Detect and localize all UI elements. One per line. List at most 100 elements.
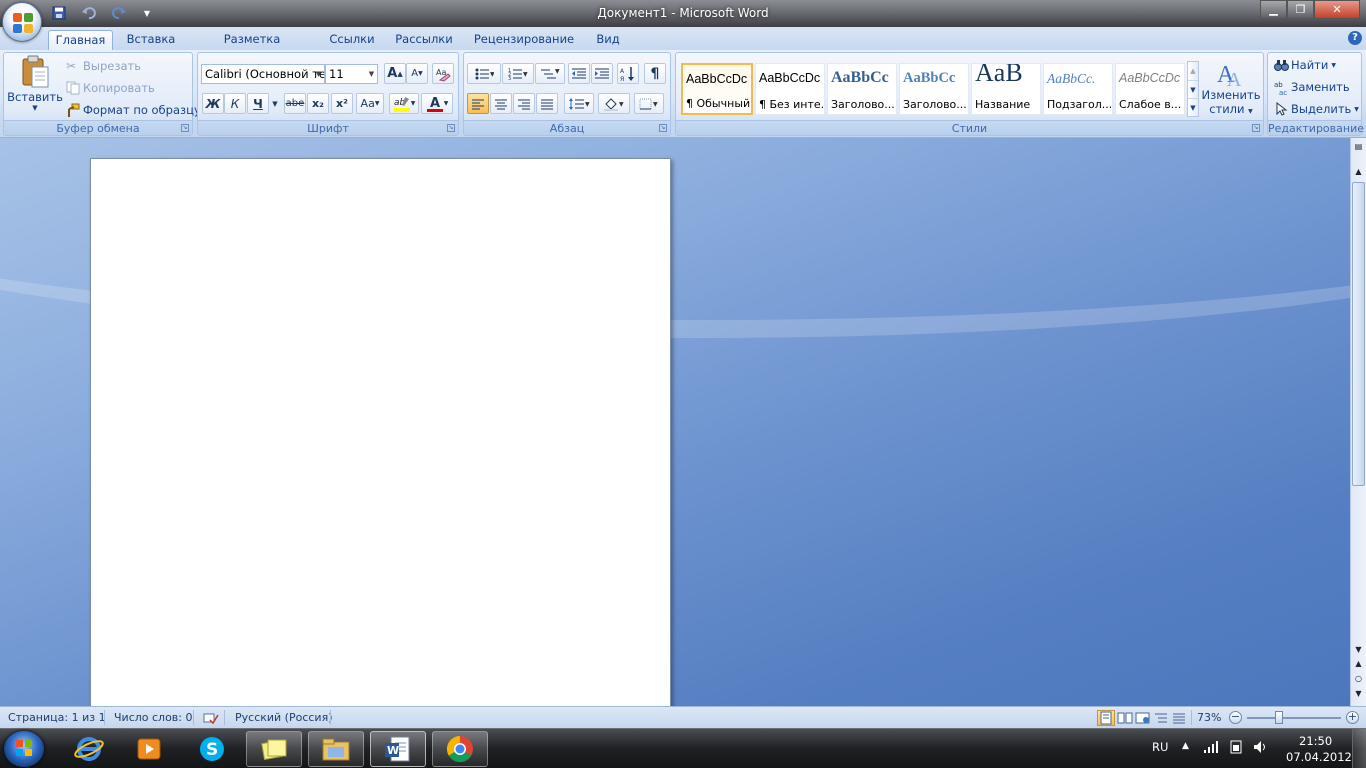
align-right-button[interactable] <box>513 93 535 114</box>
align-left-button[interactable] <box>467 93 489 114</box>
grow-font-button[interactable]: A ▲ <box>384 63 406 84</box>
clipboard-launcher-icon[interactable]: ↘ <box>181 124 189 132</box>
increase-indent-button[interactable] <box>591 63 613 84</box>
scroll-up-icon[interactable]: ▲ <box>1353 166 1364 177</box>
zoom-slider-track[interactable] <box>1247 717 1341 719</box>
minimize-button[interactable]: ▁ <box>1260 0 1287 19</box>
style-subtitle[interactable]: AaBbCc. Подзагол... <box>1043 63 1113 115</box>
shading-button[interactable]: ▼ <box>598 93 630 114</box>
zoom-out-button[interactable]: − <box>1229 711 1242 724</box>
style-subtle-emphasis[interactable]: AaBbCcDc Слабое в... <box>1115 63 1185 115</box>
close-button[interactable]: ✕ <box>1314 0 1360 19</box>
document-page[interactable] <box>90 158 671 706</box>
replace-button[interactable]: ab ac Заменить <box>1274 80 1350 97</box>
maximize-button[interactable]: ❐ <box>1287 0 1314 19</box>
align-center-button[interactable] <box>490 93 512 114</box>
style-heading-1[interactable]: AaBbCc Заголово... <box>827 63 897 115</box>
tab-insert[interactable]: Вставка <box>122 30 180 50</box>
shrink-font-button[interactable]: A ▼ <box>406 63 428 84</box>
help-icon[interactable]: ? <box>1348 31 1362 45</box>
cut-button[interactable]: ✂ Вырезать <box>66 59 141 73</box>
language-status[interactable]: Русский (Россия) <box>235 711 333 724</box>
decrease-indent-button[interactable] <box>568 63 590 84</box>
show-marks-button[interactable]: ¶ <box>644 63 666 84</box>
font-color-button[interactable]: A ▼ <box>421 93 453 114</box>
numbering-button[interactable]: 1 2 3 ▼ <box>502 63 534 84</box>
media-player-taskbar-icon[interactable] <box>121 731 177 767</box>
show-desktop-button[interactable] <box>1352 729 1366 768</box>
tab-home[interactable]: Главная <box>48 30 113 50</box>
chrome-taskbar-icon[interactable] <box>432 731 488 767</box>
word-count-status[interactable]: Число слов: 0 <box>114 711 193 724</box>
gallery-up-icon[interactable]: ▲ <box>1188 62 1198 80</box>
skype-taskbar-icon[interactable]: S <box>184 731 240 767</box>
copy-button[interactable]: Копировать <box>66 81 155 95</box>
scrollbar-thumb[interactable] <box>1352 182 1365 486</box>
zoom-level[interactable]: 73% <box>1197 711 1221 724</box>
vertical-scrollbar[interactable]: ▤ ▲ ▼ ▲ ○ ▼ <box>1350 138 1366 706</box>
tab-mailings[interactable]: Рассылки <box>392 30 456 50</box>
network-signal-icon[interactable] <box>1203 740 1219 757</box>
bold-button[interactable]: Ж <box>202 93 224 114</box>
strikethrough-button[interactable]: abe <box>284 93 306 114</box>
show-hidden-icons-icon[interactable]: ▲ <box>1182 741 1189 751</box>
style-normal[interactable]: AaBbCcDc ¶ Обычный <box>681 63 753 115</box>
styles-launcher-icon[interactable]: ↘ <box>1252 124 1260 132</box>
find-button[interactable]: Найти ▼ <box>1274 58 1336 72</box>
page-count-status[interactable]: Страница: 1 из 1 <box>8 711 106 724</box>
clear-formatting-button[interactable]: Aa <box>432 63 454 84</box>
explorer-taskbar-icon[interactable] <box>308 731 364 767</box>
outline-view-icon[interactable] <box>1152 710 1170 726</box>
print-layout-view-icon[interactable] <box>1097 710 1115 726</box>
underline-button[interactable]: Ч <box>247 93 269 114</box>
next-page-icon[interactable]: ▼ <box>1353 688 1364 699</box>
office-button[interactable] <box>2 2 42 42</box>
previous-page-icon[interactable]: ▲ <box>1353 658 1364 669</box>
format-painter-button[interactable]: Формат по образцу <box>66 103 201 117</box>
font-launcher-icon[interactable]: ↘ <box>447 124 455 132</box>
superscript-button[interactable]: x² <box>331 93 353 114</box>
change-case-button[interactable]: Aa ▼ <box>356 93 384 114</box>
gallery-down-icon[interactable]: ▼ <box>1188 80 1198 98</box>
proofing-icon[interactable] <box>203 711 219 728</box>
zoom-slider-thumb[interactable] <box>1275 711 1283 724</box>
select-browse-object-icon[interactable]: ○ <box>1353 673 1364 684</box>
start-button[interactable] <box>4 731 44 767</box>
borders-button[interactable]: ▼ <box>634 93 664 114</box>
ruler-toggle-icon[interactable]: ▤ <box>1353 141 1364 152</box>
tab-page-layout[interactable]: Разметка страницы <box>193 30 311 64</box>
zoom-in-button[interactable]: + <box>1346 711 1359 724</box>
change-styles-button[interactable]: AA Изменить стили ▼ <box>1200 58 1262 116</box>
scroll-down-icon[interactable]: ▼ <box>1353 644 1364 655</box>
sort-button[interactable]: AЯ <box>617 63 639 84</box>
line-spacing-button[interactable]: ▼ <box>564 93 594 114</box>
word-taskbar-icon[interactable]: W <box>370 731 426 767</box>
internet-explorer-taskbar-icon[interactable] <box>61 731 117 767</box>
tab-references[interactable]: Ссылки <box>325 30 379 50</box>
clock-time[interactable]: 21:50 <box>1299 734 1332 748</box>
full-screen-reading-view-icon[interactable] <box>1116 710 1134 726</box>
bullets-button[interactable]: ▼ <box>467 63 501 84</box>
sticky-notes-taskbar-icon[interactable] <box>246 731 302 767</box>
italic-button[interactable]: К <box>224 93 246 114</box>
paragraph-launcher-icon[interactable]: ↘ <box>659 124 667 132</box>
subscript-button[interactable]: x₂ <box>307 93 329 114</box>
font-size-select[interactable]: 11 ▼ <box>325 64 378 84</box>
gallery-more-icon[interactable]: ▼ <box>1188 98 1198 116</box>
font-name-select[interactable]: Calibri (Основной те ▼ <box>201 64 325 84</box>
justify-button[interactable] <box>536 93 558 114</box>
battery-icon[interactable] <box>1228 740 1244 757</box>
style-title[interactable]: AaB Название <box>971 63 1041 115</box>
clock-date[interactable]: 07.04.2012 <box>1286 750 1352 764</box>
multilevel-list-button[interactable]: ▼ <box>535 63 565 84</box>
tab-view[interactable]: Вид <box>590 30 626 50</box>
paste-button[interactable]: Вставить ▼ <box>7 55 63 119</box>
select-button[interactable]: Выделить ▼ <box>1274 101 1359 116</box>
highlight-button[interactable]: ab ▼ <box>389 93 419 114</box>
web-layout-view-icon[interactable] <box>1134 710 1152 726</box>
underline-dropdown-icon[interactable]: ▼ <box>269 93 281 114</box>
tab-review[interactable]: Рецензирование <box>470 30 578 50</box>
style-no-spacing[interactable]: AaBbCcDc ¶ Без инте... <box>755 63 825 115</box>
input-language[interactable]: RU <box>1152 740 1168 754</box>
draft-view-icon[interactable] <box>1170 710 1188 726</box>
